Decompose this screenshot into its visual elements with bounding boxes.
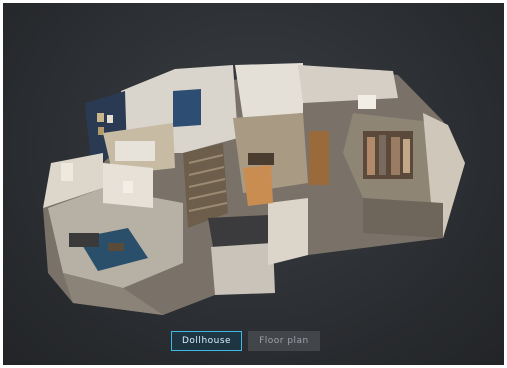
closet-clothes bbox=[367, 137, 375, 175]
closet-clothes bbox=[403, 139, 410, 173]
floor-plan-button[interactable]: Floor plan bbox=[248, 331, 320, 351]
dining-table bbox=[248, 153, 274, 165]
wall-frame bbox=[97, 113, 104, 122]
dollhouse-button[interactable]: Dollhouse bbox=[171, 331, 243, 351]
closet-clothes bbox=[379, 135, 386, 175]
center-front-wall bbox=[268, 198, 308, 265]
coffee-table bbox=[108, 243, 124, 251]
wood-door bbox=[309, 131, 329, 185]
closet-clothes bbox=[391, 137, 400, 175]
wall-frame bbox=[98, 127, 104, 135]
back-wall-far-right bbox=[298, 65, 398, 103]
window bbox=[358, 95, 376, 109]
wall-frame bbox=[107, 115, 113, 123]
kitchen-floor bbox=[211, 243, 275, 295]
back-wall-right bbox=[235, 63, 303, 118]
dollhouse-3d-model[interactable] bbox=[3, 3, 504, 365]
right-lower-floor bbox=[363, 198, 443, 238]
window bbox=[123, 181, 133, 193]
kitchen-island bbox=[208, 215, 271, 247]
window bbox=[61, 163, 73, 181]
bed bbox=[115, 141, 155, 161]
blue-accent-wall bbox=[173, 89, 201, 127]
sofa bbox=[69, 233, 99, 247]
view-mode-toolbar: Dollhouse Floor plan bbox=[171, 331, 320, 353]
dollhouse-viewer[interactable]: Dollhouse Floor plan bbox=[3, 3, 504, 365]
lit-room bbox=[243, 165, 273, 206]
